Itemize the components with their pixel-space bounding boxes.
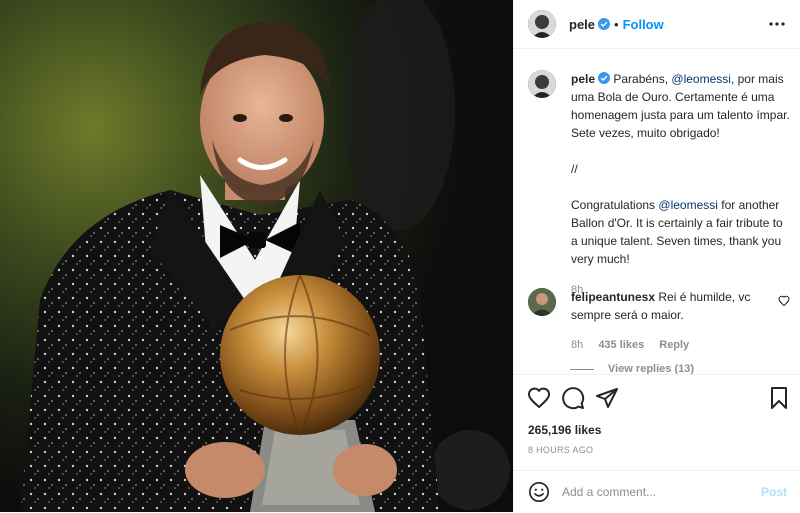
verified-badge-icon [598, 18, 611, 30]
caption-en-mention-link[interactable]: @leomessi [658, 198, 718, 212]
comment-meta: 8h 435 likes Reply [571, 336, 771, 354]
author-username[interactable]: pele [569, 17, 595, 32]
caption-text: pele Parabéns, @leomessi, por mais uma B… [571, 70, 791, 299]
caption-pt-mention-link[interactable]: @leomessi [671, 72, 731, 86]
paper-plane-icon[interactable] [595, 386, 619, 410]
header-separator: • [614, 16, 619, 32]
comment-text-block: felipeantunesx Rei é humilde, vc sempre … [571, 288, 771, 354]
verified-badge-icon [598, 72, 611, 84]
comments-list[interactable]: pele Parabéns, @leomessi, por mais uma B… [514, 49, 800, 375]
caption-pt-intro: Parabéns, [613, 72, 672, 86]
comment-age[interactable]: 8h [571, 339, 583, 351]
caption-divider: // [571, 162, 578, 176]
comment-likes-count[interactable]: 435 likes [598, 339, 644, 351]
post-header: pele • Follow [514, 0, 800, 49]
reply-button[interactable]: Reply [659, 339, 689, 351]
bookmark-icon[interactable] [767, 386, 791, 410]
comment-bubble-icon[interactable] [561, 386, 585, 410]
commenter-avatar[interactable] [528, 288, 556, 316]
caption-en-paragraph: Congratulations @leomessi for another Ba… [571, 196, 791, 268]
caption-author-avatar[interactable] [528, 70, 556, 98]
comment-composer: Post [514, 470, 800, 513]
comment-like-heart-icon[interactable] [778, 295, 790, 307]
heart-icon[interactable] [527, 386, 551, 410]
post-comment-button[interactable]: Post [761, 485, 787, 499]
post-actions: 265,196 likes 8 HOURS AGO [514, 374, 800, 471]
follow-button[interactable]: Follow [623, 17, 664, 32]
post-photo-illustration [0, 0, 513, 512]
replies-line [570, 368, 594, 370]
caption-en-intro: Congratulations [571, 198, 659, 212]
post-timestamp[interactable]: 8 HOURS AGO [528, 445, 593, 455]
more-options-icon[interactable] [769, 17, 785, 31]
comment-input[interactable] [562, 481, 752, 503]
caption-author-username[interactable]: pele [571, 72, 595, 86]
likes-count[interactable]: 265,196 likes [528, 423, 601, 437]
emoji-smile-icon[interactable] [528, 481, 550, 503]
post-side-panel: pele • Follow pele Parabéns, @leomessi, … [513, 0, 800, 513]
post-image[interactable] [0, 0, 513, 512]
author-avatar[interactable] [528, 10, 556, 38]
commenter-username[interactable]: felipeantunesx [571, 290, 655, 304]
